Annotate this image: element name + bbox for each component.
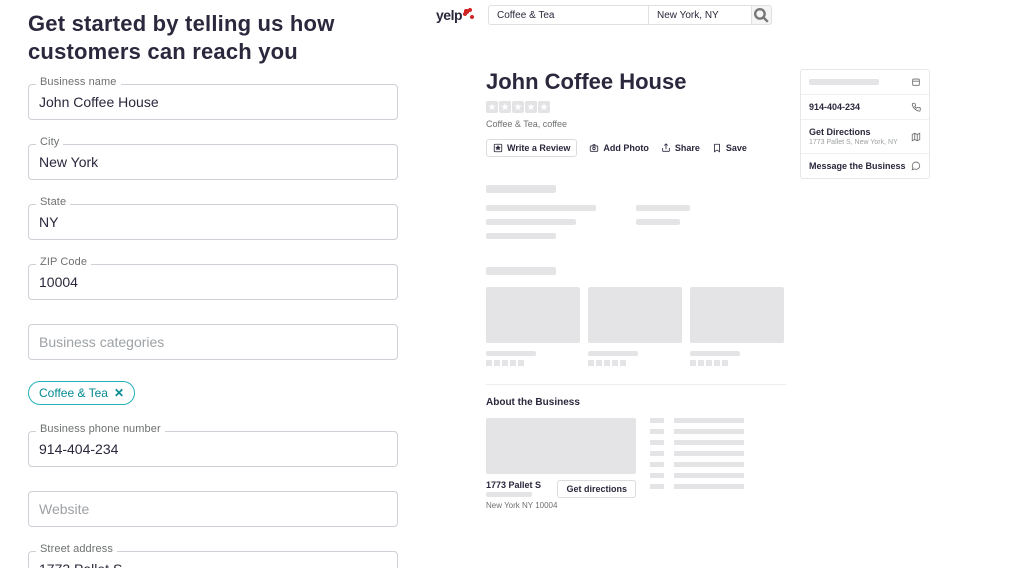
rating-stars <box>486 101 786 113</box>
category-chip[interactable]: Coffee & Tea ✕ <box>28 381 135 405</box>
phone-input[interactable] <box>28 431 398 467</box>
share-icon <box>661 143 671 153</box>
state-label: State <box>36 196 70 208</box>
map-placeholder <box>486 418 636 474</box>
photo-thumbs <box>486 287 786 343</box>
yelp-burst-icon <box>464 9 476 21</box>
website-input[interactable] <box>28 491 398 527</box>
search-icon <box>752 6 771 25</box>
zip-input[interactable] <box>28 264 398 300</box>
preview-main: John Coffee House Coffee & Tea, coffee W… <box>486 69 786 510</box>
camera-icon <box>589 143 599 153</box>
about-address-2: New York NY 10004 <box>486 501 557 510</box>
photo-placeholder <box>588 287 682 343</box>
star-icon <box>538 101 550 113</box>
phone-label: Business phone number <box>36 423 165 435</box>
categories-field <box>28 324 398 360</box>
state-input[interactable] <box>28 204 398 240</box>
search-button[interactable] <box>752 5 772 25</box>
city-input[interactable] <box>28 144 398 180</box>
business-name-field: Business name <box>28 84 398 120</box>
star-icon <box>512 101 524 113</box>
preview-page: John Coffee House Coffee & Tea, coffee W… <box>424 30 1024 568</box>
info-row-hours <box>801 70 929 95</box>
zip-field: ZIP Code <box>28 264 398 300</box>
street-label: Street address <box>36 543 117 555</box>
action-bar: Write a Review Add Photo Share Save <box>486 139 786 157</box>
city-field: City <box>28 144 398 180</box>
speech-bubble-icon <box>911 161 921 171</box>
bookmark-icon <box>712 143 722 153</box>
business-name-label: Business name <box>36 76 121 88</box>
write-review-button[interactable]: Write a Review <box>486 139 577 157</box>
star-icon <box>486 101 498 113</box>
search-what-input[interactable] <box>488 5 648 25</box>
state-field: State <box>28 204 398 240</box>
info-row-phone[interactable]: 914-404-234 <box>801 95 929 120</box>
live-preview: yelp John Coffee House Coffee & T <box>424 0 1024 568</box>
map-icon <box>911 132 921 142</box>
preview-search <box>488 5 772 25</box>
about-address-1: 1773 Pallet S <box>486 480 557 490</box>
page-title: Get started by telling us how customers … <box>28 10 396 66</box>
business-setup-form: Get started by telling us how customers … <box>0 0 424 568</box>
skeleton-block <box>486 185 786 239</box>
category-chip-label: Coffee & Tea <box>39 386 108 400</box>
about-section-title: About the Business <box>486 397 786 408</box>
save-button[interactable]: Save <box>712 143 747 153</box>
photo-placeholder <box>486 287 580 343</box>
info-row-directions[interactable]: Get Directions1773 Pallet S, New York, N… <box>801 120 929 154</box>
preview-categories: Coffee & Tea, coffee <box>486 119 786 129</box>
photo-placeholder <box>690 287 784 343</box>
preview-header: yelp <box>424 0 1024 30</box>
search-where-input[interactable] <box>648 5 752 25</box>
clock-icon <box>911 77 921 87</box>
phone-field: Business phone number <box>28 431 398 467</box>
phone-icon <box>911 102 921 112</box>
info-card: 914-404-234 Get Directions1773 Pallet S,… <box>800 69 930 179</box>
star-icon <box>525 101 537 113</box>
yelp-logo: yelp <box>436 7 476 23</box>
remove-icon[interactable]: ✕ <box>114 386 124 400</box>
preview-business-title: John Coffee House <box>486 69 786 95</box>
star-box-icon <box>493 143 503 153</box>
add-photo-button[interactable]: Add Photo <box>589 143 649 153</box>
street-field: Street address <box>28 551 398 568</box>
zip-label: ZIP Code <box>36 256 91 268</box>
business-name-input[interactable] <box>28 84 398 120</box>
categories-input[interactable] <box>28 324 398 360</box>
city-label: City <box>36 136 63 148</box>
info-row-message[interactable]: Message the Business <box>801 154 929 178</box>
get-directions-button[interactable]: Get directions <box>557 480 636 498</box>
share-button[interactable]: Share <box>661 143 700 153</box>
star-icon <box>499 101 511 113</box>
website-field <box>28 491 398 527</box>
